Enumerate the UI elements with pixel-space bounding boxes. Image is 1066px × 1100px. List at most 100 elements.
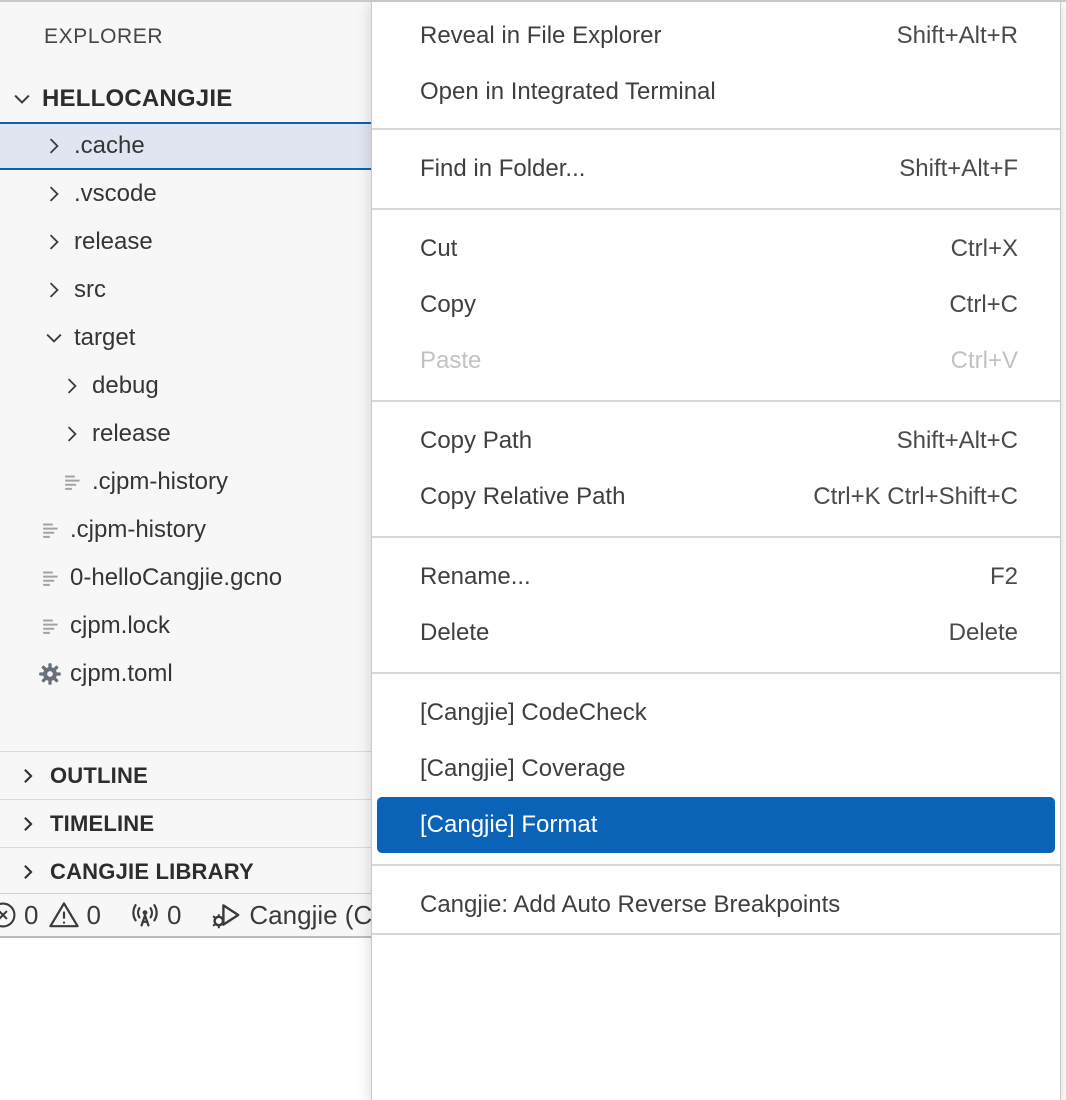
menu-item-label: Copy Path <box>420 427 532 455</box>
tree-item-vscode[interactable]: .vscode <box>0 170 372 218</box>
tree-item-target-debug[interactable]: debug <box>0 362 372 410</box>
menu-item-label: [Cangjie] Coverage <box>420 755 625 783</box>
section-timeline[interactable]: TIMELINE <box>0 799 372 847</box>
menu-item-shortcut: Shift+Alt+C <box>897 427 1018 455</box>
menu-group: Rename... F2 Delete Delete <box>372 536 1060 672</box>
menu-group: Reveal in File Explorer Shift+Alt+R Open… <box>372 0 1060 128</box>
warning-count: 0 <box>86 900 100 931</box>
menu-item-cangjie-coverage[interactable]: [Cangjie] Coverage <box>372 741 1060 797</box>
problems-indicator[interactable]: 0 0 <box>0 894 101 936</box>
menu-item-cut[interactable]: Cut Ctrl+X <box>372 221 1060 277</box>
menu-item-shortcut: Shift+Alt+F <box>899 155 1018 183</box>
menu-item-cangjie-add-auto-reverse-breakpoints[interactable]: Cangjie: Add Auto Reverse Breakpoints <box>372 877 1060 933</box>
text-lines-icon <box>60 470 84 494</box>
menu-item-label: [Cangjie] CodeCheck <box>420 699 647 727</box>
tree-item-label: cjpm.toml <box>70 660 173 688</box>
menu-item-copy-path[interactable]: Copy Path Shift+Alt+C <box>372 413 1060 469</box>
menu-item-shortcut: Delete <box>949 619 1018 647</box>
text-lines-icon <box>38 566 62 590</box>
tree-item-label: release <box>92 420 171 448</box>
tree-item-label: cjpm.lock <box>70 612 170 640</box>
explorer-panel: EXPLORER HELLOCANGJIE .cache .vscode rel… <box>0 0 372 938</box>
section-label: TIMELINE <box>50 811 154 837</box>
tree-root-label: HELLOCANGJIE <box>42 85 232 113</box>
tree-item-label: src <box>74 276 106 304</box>
tree-item-release[interactable]: release <box>0 218 372 266</box>
debug-target-label: Cangjie (C <box>249 900 372 931</box>
menu-group: Cangjie: Add Auto Reverse Breakpoints <box>372 864 1060 933</box>
window-top-border <box>0 0 1066 2</box>
section-label: CANGJIE LIBRARY <box>50 859 254 885</box>
tree-root-hellocangjie[interactable]: HELLOCANGJIE <box>0 76 372 122</box>
radio-tower-icon <box>129 899 161 931</box>
tree-item-target[interactable]: target <box>0 314 372 362</box>
menu-item-shortcut: Shift+Alt+R <box>897 22 1018 50</box>
tree-item-label: debug <box>92 372 159 400</box>
tree-item-cjpm-history[interactable]: .cjpm-history <box>0 506 372 554</box>
chevron-right-icon <box>60 374 84 398</box>
chevron-right-icon <box>42 278 66 302</box>
menu-item-label: Open in Integrated Terminal <box>420 78 716 106</box>
menu-group: Copy Path Shift+Alt+C Copy Relative Path… <box>372 400 1060 536</box>
chevron-right-icon <box>16 812 40 836</box>
section-label: OUTLINE <box>50 763 148 789</box>
menu-item-label: [Cangjie] Format <box>420 811 597 839</box>
explorer-panel-title: EXPLORER <box>44 25 163 49</box>
menu-group: Cut Ctrl+X Copy Ctrl+C Paste Ctrl+V <box>372 208 1060 400</box>
tree-item-cjpm-toml[interactable]: cjpm.toml <box>0 650 372 698</box>
menu-item-label: Paste <box>420 347 481 375</box>
menu-item-label: Reveal in File Explorer <box>420 22 661 50</box>
debug-target-indicator[interactable]: Cangjie (C <box>211 894 372 936</box>
menu-item-cangjie-codecheck[interactable]: [Cangjie] CodeCheck <box>372 685 1060 741</box>
tree-item-cjpm-lock[interactable]: cjpm.lock <box>0 602 372 650</box>
menu-item-shortcut: Ctrl+C <box>949 291 1018 319</box>
chevron-right-icon <box>16 764 40 788</box>
tree-item-hellocangjie-gcno[interactable]: 0-helloCangjie.gcno <box>0 554 372 602</box>
menu-group: Find in Folder... Shift+Alt+F <box>372 128 1060 208</box>
chevron-right-icon <box>42 230 66 254</box>
warning-triangle-icon <box>48 899 80 931</box>
tree-item-target-release[interactable]: release <box>0 410 372 458</box>
menu-item-shortcut: F2 <box>990 563 1018 591</box>
text-lines-icon <box>38 518 62 542</box>
tree-item-label: .cjpm-history <box>70 516 206 544</box>
chevron-right-icon <box>42 134 66 158</box>
tree-item-label: 0-helloCangjie.gcno <box>70 564 282 592</box>
menu-item-find-in-folder[interactable]: Find in Folder... Shift+Alt+F <box>372 141 1060 197</box>
ports-count: 0 <box>167 900 181 931</box>
chevron-down-icon <box>10 87 34 111</box>
tree-item-target-cjpm-history[interactable]: .cjpm-history <box>0 458 372 506</box>
sidebar-bottom-sections: OUTLINE TIMELINE CANGJIE LIBRARY <box>0 751 372 895</box>
error-count: 0 <box>24 900 38 931</box>
section-outline[interactable]: OUTLINE <box>0 751 372 799</box>
text-lines-icon <box>38 614 62 638</box>
gear-icon <box>38 662 62 686</box>
tree-item-src[interactable]: src <box>0 266 372 314</box>
tree-item-cache[interactable]: .cache <box>0 122 372 170</box>
debug-bug-play-icon <box>211 899 243 931</box>
error-circle-x-icon <box>0 900 18 930</box>
menu-item-copy-relative-path[interactable]: Copy Relative Path Ctrl+K Ctrl+Shift+C <box>372 469 1060 525</box>
status-bar: 0 0 0 <box>0 893 372 938</box>
menu-item-delete[interactable]: Delete Delete <box>372 605 1060 661</box>
menu-item-reveal-in-file-explorer[interactable]: Reveal in File Explorer Shift+Alt+R <box>372 8 1060 64</box>
menu-item-rename[interactable]: Rename... F2 <box>372 549 1060 605</box>
menu-item-shortcut: Ctrl+V <box>951 347 1018 375</box>
tree-item-label: release <box>74 228 153 256</box>
tree-item-label: .vscode <box>74 180 157 208</box>
menu-item-label: Rename... <box>420 563 531 591</box>
menu-item-shortcut: Ctrl+X <box>951 235 1018 263</box>
context-menu: Reveal in File Explorer Shift+Alt+R Open… <box>371 0 1061 1100</box>
menu-item-shortcut: Ctrl+K Ctrl+Shift+C <box>813 483 1018 511</box>
chevron-right-icon <box>42 182 66 206</box>
menu-item-cangjie-format[interactable]: [Cangjie] Format <box>377 797 1055 853</box>
menu-item-label: Copy <box>420 291 476 319</box>
tree-item-label: .cjpm-history <box>92 468 228 496</box>
menu-item-label: Cangjie: Add Auto Reverse Breakpoints <box>420 891 840 919</box>
section-cangjie-library[interactable]: CANGJIE LIBRARY <box>0 847 372 895</box>
menu-item-copy[interactable]: Copy Ctrl+C <box>372 277 1060 333</box>
ports-indicator[interactable]: 0 <box>129 894 181 936</box>
chevron-right-icon <box>60 422 84 446</box>
menu-group: [Cangjie] CodeCheck [Cangjie] Coverage [… <box>372 672 1060 864</box>
menu-item-open-in-integrated-terminal[interactable]: Open in Integrated Terminal <box>372 64 1060 120</box>
